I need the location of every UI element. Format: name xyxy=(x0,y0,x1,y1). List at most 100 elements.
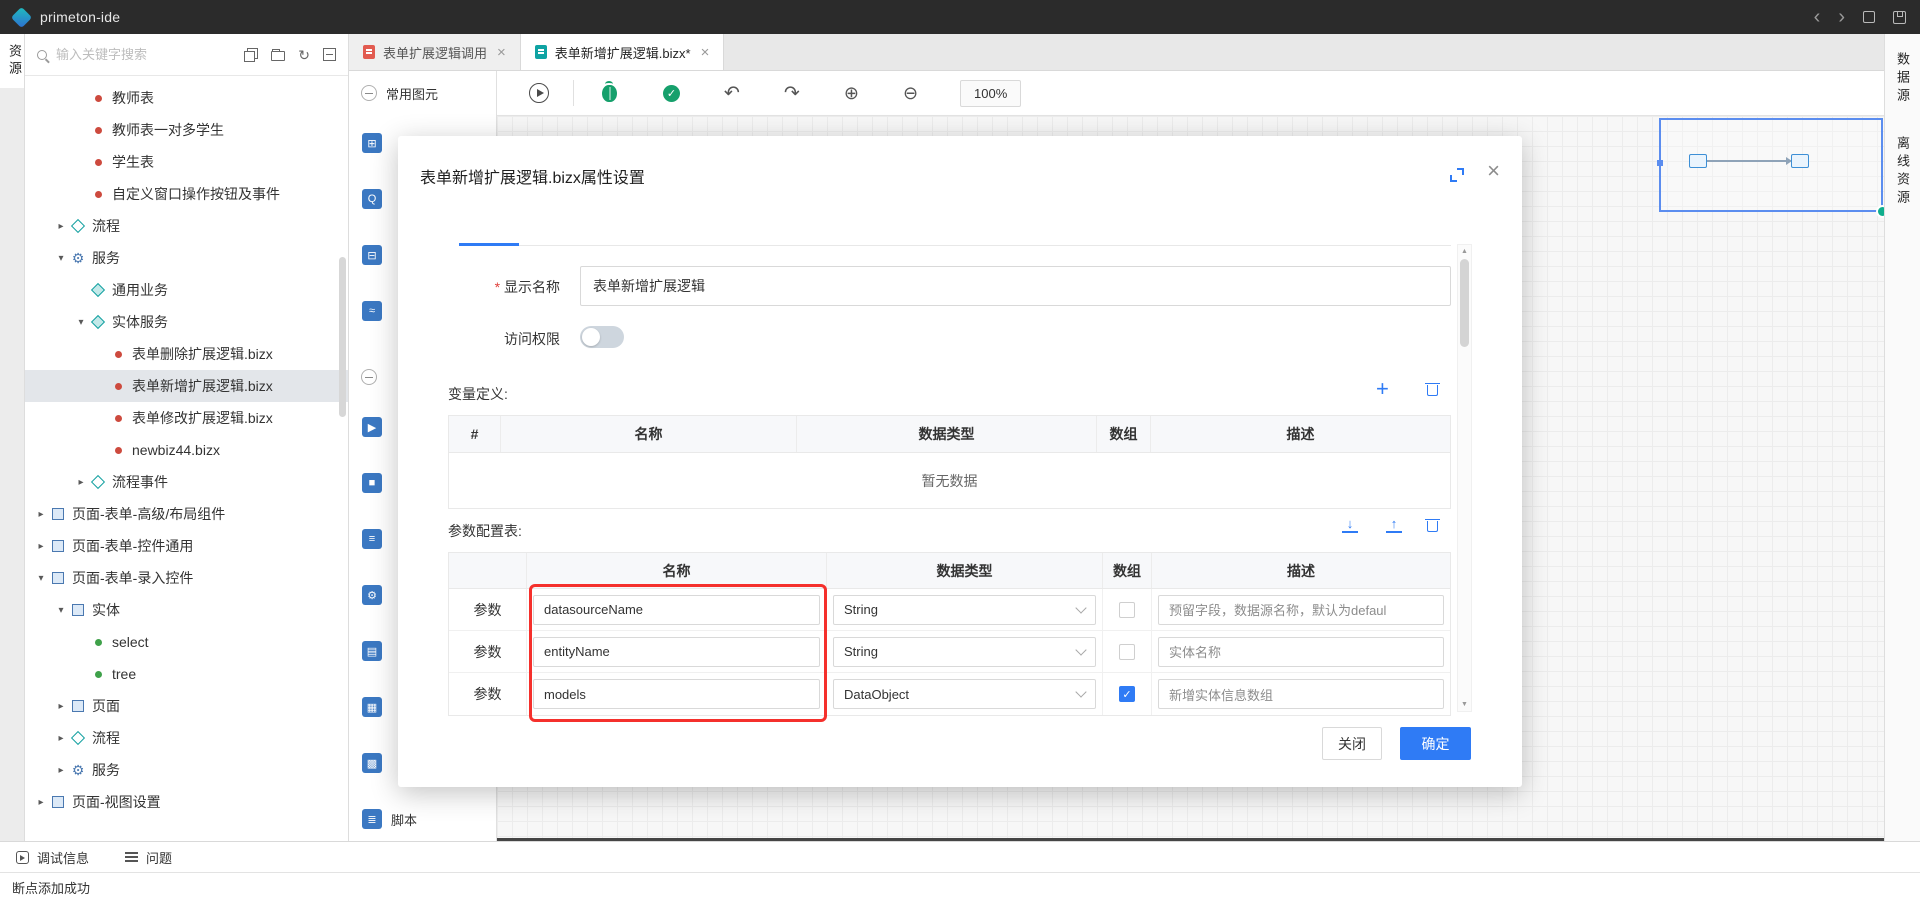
close-tab-icon[interactable]: × xyxy=(497,45,506,60)
export-params-icon[interactable] xyxy=(1386,517,1402,533)
explorer-scrollbar[interactable] xyxy=(339,257,346,417)
tree-item[interactable]: 表单修改扩展逻辑.bizx xyxy=(25,402,348,434)
twisty-icon[interactable]: ▸ xyxy=(33,509,49,520)
palette-item[interactable]: ≣ 脚本 xyxy=(349,791,496,841)
tree-item[interactable]: ▾ 服务 xyxy=(25,242,348,274)
dialog-scrollbar[interactable] xyxy=(1457,244,1472,712)
tree-item[interactable]: ▸ 页面-视图设置 xyxy=(25,786,348,818)
redo-icon[interactable] xyxy=(784,84,800,103)
twisty-icon[interactable]: ▾ xyxy=(73,317,89,328)
display-name-input[interactable] xyxy=(580,266,1451,306)
tree-item[interactable]: 自定义窗口操作按钮及事件 xyxy=(25,178,348,210)
validate-icon[interactable] xyxy=(663,85,680,102)
undo-icon[interactable] xyxy=(724,84,740,103)
close-button[interactable]: 关闭 xyxy=(1322,727,1382,760)
twisty-icon[interactable]: ▸ xyxy=(53,765,69,776)
tree-item[interactable]: ▸ 页面-表单-控件通用 xyxy=(25,530,348,562)
param-desc-input[interactable]: 实体名称 xyxy=(1158,637,1444,667)
new-folder-icon[interactable] xyxy=(271,51,285,61)
twisty-icon[interactable]: ▾ xyxy=(53,605,69,616)
run-icon[interactable] xyxy=(529,83,549,103)
tab-problems[interactable]: 问题 xyxy=(125,848,172,867)
access-toggle[interactable] xyxy=(580,326,624,348)
save-icon[interactable] xyxy=(1893,11,1906,24)
locate-file-icon[interactable] xyxy=(244,48,258,62)
flow-node-end[interactable] xyxy=(1791,154,1809,168)
scroll-down-icon[interactable] xyxy=(1458,698,1471,711)
param-desc-input[interactable]: 新增实体信息数组 xyxy=(1158,679,1444,709)
debug-icon[interactable] xyxy=(602,85,617,102)
param-type-select[interactable]: String xyxy=(833,595,1096,625)
param-array-checkbox[interactable] xyxy=(1119,686,1135,702)
param-name-input[interactable]: entityName xyxy=(533,637,820,667)
close-dialog-icon[interactable]: × xyxy=(1487,160,1500,182)
tab-problems-label: 问题 xyxy=(146,848,172,867)
search-input[interactable] xyxy=(56,47,236,62)
maximize-dialog-icon[interactable] xyxy=(1450,168,1464,182)
twisty-icon[interactable]: ▸ xyxy=(33,541,49,552)
zoom-in-icon[interactable] xyxy=(844,84,859,102)
tree-item[interactable]: ▾ 实体服务 xyxy=(25,306,348,338)
param-type-select[interactable]: DataObject xyxy=(833,679,1096,709)
col-datatype: 数据类型 xyxy=(827,553,1103,588)
delete-param-icon[interactable] xyxy=(1426,518,1439,532)
tab-debug-info[interactable]: 调试信息 xyxy=(16,848,89,867)
restore-window-icon[interactable] xyxy=(1863,11,1875,23)
tree-item[interactable]: 表单删除扩展逻辑.bizx xyxy=(25,338,348,370)
twisty-icon[interactable]: ▸ xyxy=(73,477,89,488)
scrollbar-thumb[interactable] xyxy=(1460,259,1469,347)
twisty-icon[interactable]: ▸ xyxy=(53,701,69,712)
tree-item[interactable]: ▸ 流程 xyxy=(25,722,348,754)
editor-tab-2[interactable]: 表单新增扩展逻辑.bizx* × xyxy=(521,34,725,70)
col-datatype: 数据类型 xyxy=(797,416,1097,452)
connector-handle[interactable] xyxy=(1657,160,1663,166)
rail-tab-offline-resources[interactable]: 离线资源 xyxy=(1893,136,1912,208)
tree-item[interactable]: newbiz44.bizx xyxy=(25,434,348,466)
param-array-checkbox[interactable] xyxy=(1119,602,1135,618)
tree-item[interactable]: tree xyxy=(25,658,348,690)
add-variable-icon[interactable]: + xyxy=(1376,378,1389,400)
twisty-icon[interactable]: ▸ xyxy=(53,221,69,232)
import-params-icon[interactable] xyxy=(1342,517,1358,533)
zoom-level-button[interactable]: 100% xyxy=(960,80,1021,107)
back-icon[interactable]: ‹ xyxy=(1814,9,1821,25)
twisty-icon[interactable]: ▸ xyxy=(53,733,69,744)
close-tab-icon[interactable]: × xyxy=(701,45,710,60)
twisty-icon[interactable]: ▸ xyxy=(33,797,49,808)
tree-item[interactable]: 教师表一对多学生 xyxy=(25,114,348,146)
param-array-checkbox[interactable] xyxy=(1119,644,1135,660)
twisty-icon[interactable]: ▾ xyxy=(53,253,69,264)
tree-item[interactable]: 通用业务 xyxy=(25,274,348,306)
palette-group-header[interactable]: 常用图元 xyxy=(349,71,496,115)
param-desc-input[interactable]: 预留字段，数据源名称，默认为defaul xyxy=(1158,595,1444,625)
tree-item[interactable]: 教师表 xyxy=(25,82,348,114)
rail-tab-datasource[interactable]: 数据源 xyxy=(1893,52,1912,106)
tree-item[interactable]: ▾ 实体 xyxy=(25,594,348,626)
twisty-icon[interactable]: ▾ xyxy=(33,573,49,584)
zoom-out-icon[interactable] xyxy=(903,84,918,102)
collapse-all-icon[interactable] xyxy=(323,48,336,61)
tree-item[interactable]: ▸ 服务 xyxy=(25,754,348,786)
canvas-selection[interactable] xyxy=(1659,118,1883,212)
tree-item[interactable]: ▸ 页面-表单-高级/布局组件 xyxy=(25,498,348,530)
editor-tab-1[interactable]: 表单扩展逻辑调用 × xyxy=(349,34,521,70)
tree-item[interactable]: ▸ 流程事件 xyxy=(25,466,348,498)
rail-tab-resources[interactable]: 资源 xyxy=(0,34,24,88)
flow-node-start[interactable] xyxy=(1689,154,1707,168)
refresh-icon[interactable] xyxy=(298,47,310,63)
tree-item[interactable]: ▸ 页面 xyxy=(25,690,348,722)
scroll-up-icon[interactable] xyxy=(1458,245,1471,258)
forward-icon[interactable]: › xyxy=(1838,9,1845,25)
param-type-select[interactable]: String xyxy=(833,637,1096,667)
title-bar: primeton-ide ‹ › xyxy=(0,0,1920,34)
param-name-input[interactable]: datasourceName xyxy=(533,595,820,625)
variables-table: # 名称 数据类型 数组 描述 暂无数据 xyxy=(448,415,1451,509)
tree-item[interactable]: select xyxy=(25,626,348,658)
tree-item[interactable]: ▸ 流程 xyxy=(25,210,348,242)
tree-item[interactable]: 学生表 xyxy=(25,146,348,178)
delete-variable-icon[interactable] xyxy=(1426,382,1439,396)
ok-button[interactable]: 确定 xyxy=(1400,727,1471,760)
param-name-input[interactable]: models xyxy=(533,679,820,709)
tree-item[interactable]: 表单新增扩展逻辑.bizx xyxy=(25,370,348,402)
tree-item[interactable]: ▾ 页面-表单-录入控件 xyxy=(25,562,348,594)
